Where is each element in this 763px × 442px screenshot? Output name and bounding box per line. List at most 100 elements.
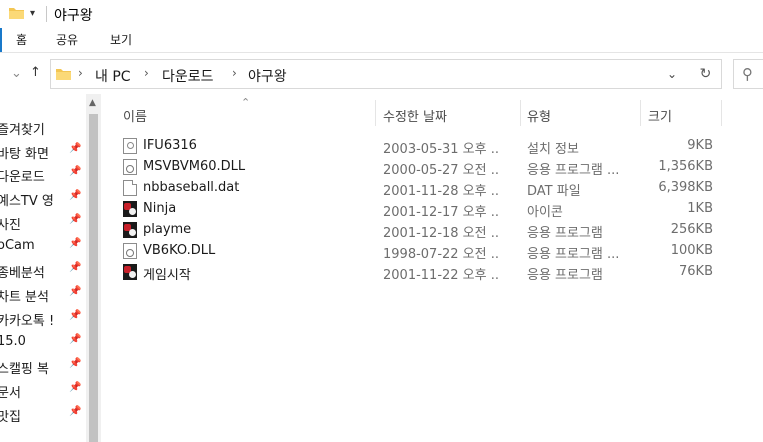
file-name: playme <box>143 222 192 237</box>
nav-item-scalping[interactable]: 스캘핑 복 📌 <box>0 355 83 379</box>
quick-access-dropdown-icon[interactable]: ▾ <box>30 8 35 19</box>
file-size: 100KB <box>670 243 713 258</box>
title-separator <box>46 6 47 22</box>
column-divider[interactable] <box>640 100 641 126</box>
chevron-right-icon[interactable]: › <box>78 66 83 80</box>
blank-file-icon <box>123 180 137 196</box>
column-header-type[interactable]: 유형 <box>527 106 551 125</box>
nav-item-yestv[interactable]: 예스TV 영 📌 <box>0 187 83 211</box>
window-title: 야구왕 <box>54 8 93 24</box>
file-name: MSVBVM60.DLL <box>143 159 246 174</box>
tab-home[interactable]: 홈 <box>16 31 27 48</box>
file-row[interactable]: MSVBVM60.DLL 2000-05-27 오전 ... 응용 프로그램 .… <box>102 157 722 178</box>
pin-icon: 📌 <box>69 310 82 321</box>
nav-item-label: 종베분석 <box>0 266 45 281</box>
dll-file-icon <box>123 243 137 259</box>
sort-ascending-icon: ⌃ <box>241 96 251 109</box>
breadcrumb-this-pc[interactable]: 내 PC <box>95 66 131 86</box>
file-size: 1KB <box>687 201 713 216</box>
file-tab-edge[interactable] <box>0 28 2 52</box>
column-headers: ⌃ 이름 수정한 날짜 유형 크기 <box>102 96 763 128</box>
up-arrow-icon[interactable]: ↑ <box>30 65 41 80</box>
file-row[interactable]: VB6KO.DLL 1998-07-22 오전 ... 응용 프로그램 ... … <box>102 241 722 262</box>
breadcrumb-downloads[interactable]: 다운로드 <box>162 66 214 86</box>
nav-item-label: oCam <box>0 238 35 253</box>
nav-item-label: 카카오톡 ! <box>0 314 55 329</box>
nav-item-kakaotalk[interactable]: 카카오톡 ! 📌 <box>0 307 83 331</box>
file-name: IFU6316 <box>143 138 197 153</box>
breadcrumb-current[interactable]: 야구왕 <box>248 66 287 86</box>
column-divider[interactable] <box>375 100 376 126</box>
nav-item-label: 다운로드 <box>0 170 45 185</box>
chevron-down-icon[interactable]: ⌄ <box>667 67 677 81</box>
pin-icon: 📌 <box>69 166 82 177</box>
nav-item-label: 맛집 <box>0 410 21 425</box>
title-bar: ▾ 야구왕 <box>0 0 763 28</box>
file-type: 응용 프로그램 ... <box>527 247 620 262</box>
nav-item-label: 15.0 <box>0 334 26 349</box>
folder-icon <box>9 8 24 19</box>
recent-locations-icon[interactable]: ⌄ <box>11 66 22 81</box>
nav-item-desktop[interactable]: 바탕 화면 📌 <box>0 140 83 164</box>
nav-item-15[interactable]: 15.0 📌 <box>0 331 83 355</box>
pin-icon: 📌 <box>69 190 82 201</box>
chevron-right-icon[interactable]: › <box>232 66 237 80</box>
file-modified: 2001-11-28 오후 ... <box>383 184 498 199</box>
file-row[interactable]: Ninja 2001-12-17 오후 ... 아이콘 1KB <box>102 199 722 220</box>
nav-item-restaurants[interactable]: 맛집 📌 <box>0 403 83 427</box>
nav-item-ocam[interactable]: oCam 📌 <box>0 235 83 259</box>
nav-item-label: 스캘핑 복 <box>0 362 49 377</box>
pin-icon: 📌 <box>69 143 82 154</box>
search-input[interactable]: ⚲ <box>733 59 763 89</box>
column-header-name[interactable]: 이름 <box>123 106 147 125</box>
pin-icon: 📌 <box>69 238 82 249</box>
column-header-modified[interactable]: 수정한 날짜 <box>383 106 447 125</box>
nav-scrollbar[interactable]: ▲ <box>86 94 101 442</box>
nav-item-chart-analysis[interactable]: 차트 분석 📌 <box>0 283 83 307</box>
file-size: 9KB <box>687 138 713 153</box>
file-modified: 2000-05-27 오전 ... <box>383 163 498 178</box>
nav-item-downloads[interactable]: 다운로드 📌 <box>0 163 83 187</box>
column-header-size[interactable]: 크기 <box>648 106 672 125</box>
file-name: Ninja <box>143 201 177 216</box>
nav-item-quick-access[interactable]: 즐겨찾기 <box>0 116 83 140</box>
file-size: 1,356KB <box>658 159 713 174</box>
tab-share[interactable]: 공유 <box>56 31 78 48</box>
refresh-button[interactable]: ↻ <box>690 59 722 89</box>
column-divider[interactable] <box>721 100 722 126</box>
file-row[interactable]: playme 2001-12-18 오전 ... 응용 프로그램 256KB <box>102 220 722 241</box>
file-name: nbbaseball.dat <box>143 180 240 195</box>
nav-item-analysis[interactable]: 종베분석 📌 <box>0 259 83 283</box>
address-bar[interactable]: › 내 PC › 다운로드 › 야구왕 ⌄ <box>50 59 722 89</box>
nav-item-label: 차트 분석 <box>0 290 49 305</box>
file-row[interactable]: nbbaseball.dat 2001-11-28 오후 ... DAT 파일 … <box>102 178 722 199</box>
column-divider[interactable] <box>520 100 521 126</box>
game-icon <box>123 264 137 280</box>
pin-icon: 📌 <box>69 262 82 273</box>
file-type: 응용 프로그램 ... <box>527 163 620 178</box>
navigation-pane: 즐겨찾기 바탕 화면 📌 다운로드 📌 예스TV 영 📌 사진 📌 oCam 📌 종베분석… <box>0 94 86 442</box>
refresh-icon: ↻ <box>699 66 712 82</box>
tab-view[interactable]: 보기 <box>110 31 132 48</box>
file-row[interactable]: IFU6316 2003-05-31 오후 ... 설치 정보 9KB <box>102 136 722 157</box>
scroll-up-icon[interactable]: ▲ <box>89 98 96 108</box>
nav-item-pictures[interactable]: 사진 📌 <box>0 211 83 235</box>
pin-icon: 📌 <box>69 358 82 369</box>
file-type: 응용 프로그램 <box>527 226 603 241</box>
nav-item-documents[interactable]: 문서 📌 <box>0 379 83 403</box>
ini-file-icon <box>123 138 137 154</box>
file-row[interactable]: 게임시작 2001-11-22 오후 ... 응용 프로그램 76KB <box>102 262 722 283</box>
nav-item-label: 예스TV 영 <box>0 194 54 209</box>
file-name: 게임시작 <box>143 268 191 283</box>
file-type: 응용 프로그램 <box>527 268 603 283</box>
search-icon: ⚲ <box>742 65 753 83</box>
nav-item-label: 문서 <box>0 386 21 401</box>
chevron-right-icon[interactable]: › <box>144 66 149 80</box>
nav-item-label: 바탕 화면 <box>0 147 49 162</box>
scrollbar-thumb[interactable] <box>89 114 98 442</box>
file-size: 76KB <box>679 264 713 279</box>
file-modified: 2001-11-22 오후 ... <box>383 268 498 283</box>
file-name: VB6KO.DLL <box>143 243 216 258</box>
file-modified: 2001-12-18 오전 ... <box>383 226 498 241</box>
file-type: 설치 정보 <box>527 142 579 157</box>
